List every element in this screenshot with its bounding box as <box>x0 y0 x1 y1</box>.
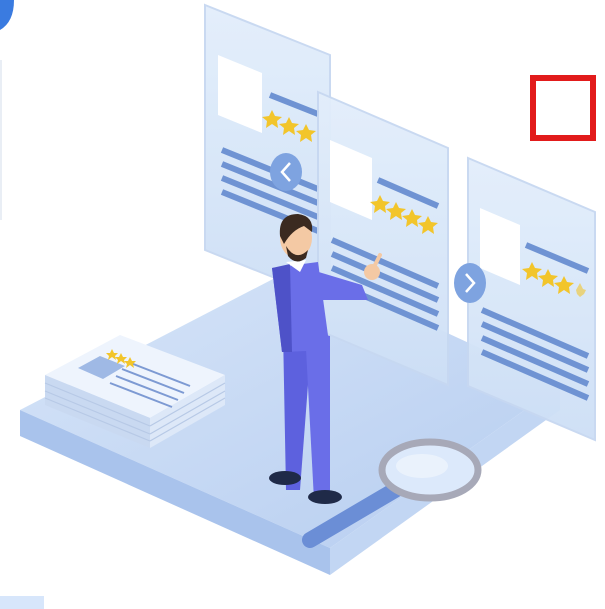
prev-button[interactable] <box>270 153 302 191</box>
review-card-left <box>204 3 331 302</box>
pointing-hand <box>364 264 380 280</box>
corner-accent-bottom-left <box>0 596 44 609</box>
review-illustration <box>0 0 596 609</box>
illustration-canvas <box>0 0 605 609</box>
next-button[interactable] <box>454 263 486 303</box>
corner-accent-top-left <box>0 0 14 30</box>
annotation-box[interactable] <box>530 75 596 141</box>
